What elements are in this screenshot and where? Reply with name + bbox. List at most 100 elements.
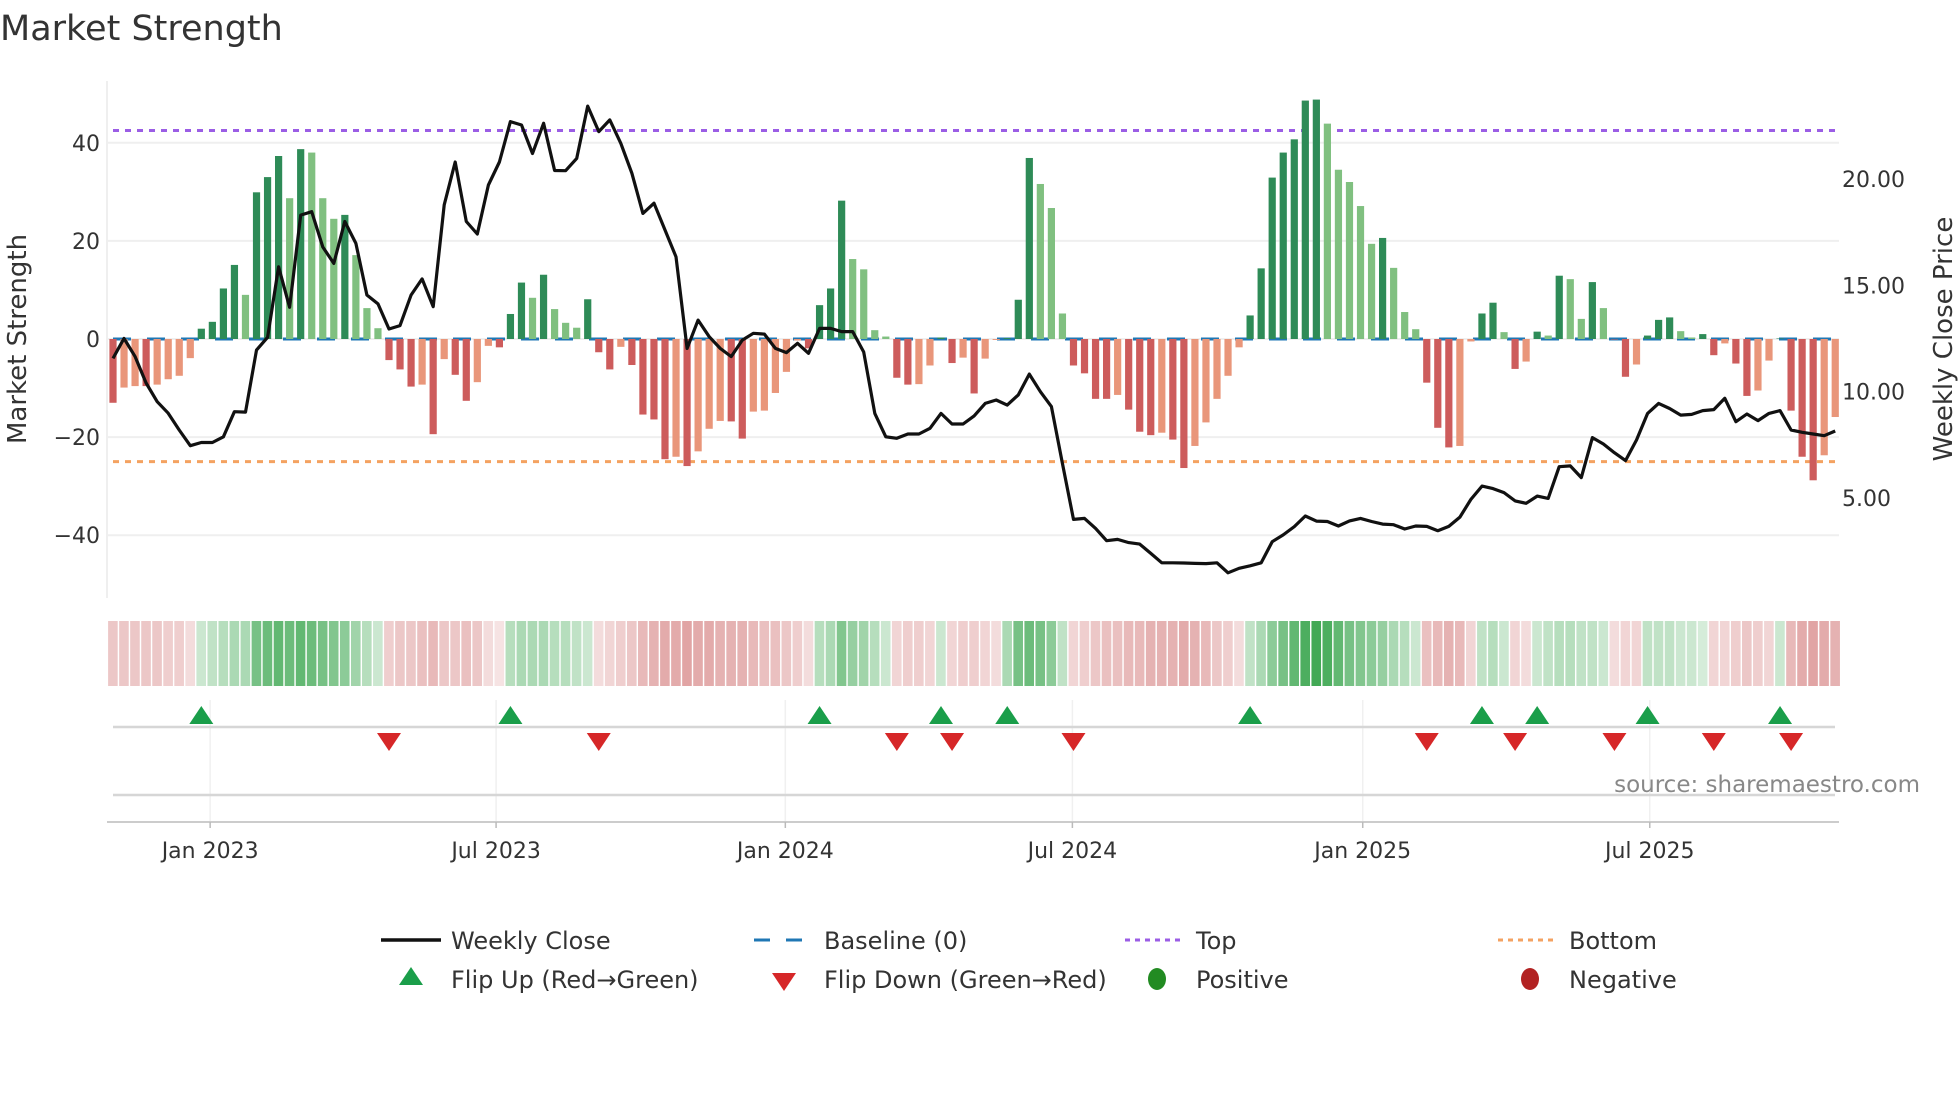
heat-cell	[1322, 621, 1333, 686]
strength-bar	[1412, 329, 1420, 339]
strength-bar	[1533, 331, 1541, 339]
strength-bar	[109, 339, 117, 403]
strength-bar	[584, 299, 592, 339]
strength-bar	[1312, 99, 1320, 340]
strength-bar	[1621, 339, 1630, 377]
strength-bar	[197, 328, 205, 339]
heat-cell	[505, 621, 516, 686]
strength-bar	[1688, 337, 1696, 339]
strength-bar	[1467, 339, 1475, 342]
strength-bar	[1588, 282, 1596, 339]
heat-cell	[902, 621, 913, 686]
heat-cell	[461, 621, 471, 686]
heat-cell	[1454, 621, 1465, 686]
strength-bar	[1610, 339, 1619, 340]
heat-cell	[1134, 621, 1145, 686]
flip-up-marker	[498, 706, 523, 724]
heat-cell	[792, 621, 803, 686]
strength-bar	[1224, 339, 1232, 376]
heat-cell	[825, 621, 836, 686]
strength-bar	[1787, 339, 1795, 411]
y-tick-label: −20	[54, 426, 100, 451]
heat-cell	[1377, 621, 1388, 686]
heat-cell	[251, 621, 262, 686]
strength-bar	[1235, 339, 1243, 348]
y2-tick-label: 5.00	[1842, 487, 1891, 512]
strength-bar	[153, 339, 161, 385]
heat-cell	[1797, 621, 1807, 686]
strength-bar	[1423, 339, 1431, 383]
strength-bar	[1136, 339, 1144, 432]
heat-cell	[671, 621, 681, 686]
x-tick-label: Jan 2023	[160, 839, 259, 864]
heat-cell	[1499, 621, 1509, 686]
strength-bar	[219, 288, 227, 339]
strength-bar	[1511, 339, 1519, 369]
strength-bar	[1754, 339, 1762, 391]
strength-bar	[385, 339, 393, 361]
strength-bar	[970, 339, 978, 394]
heat-cell	[682, 621, 692, 686]
heat-cell	[1775, 621, 1785, 686]
heat-cell	[1024, 621, 1035, 686]
strength-bar	[1732, 339, 1740, 364]
heat-cell	[1112, 621, 1123, 686]
heat-cell	[494, 621, 505, 686]
strength-bar	[661, 339, 669, 460]
flip-down-marker	[586, 733, 611, 751]
heat-cell	[1543, 621, 1553, 686]
heat-cell	[328, 621, 339, 686]
strength-bar	[252, 192, 261, 339]
heat-cell	[814, 621, 825, 686]
strength-bar	[562, 322, 570, 339]
heat-cell	[1719, 621, 1730, 686]
strength-bar	[539, 274, 548, 339]
heat-cell	[284, 621, 295, 686]
strength-bar	[1246, 315, 1254, 339]
strength-bar	[440, 339, 448, 360]
x-axis-ticks: Jan 2023 Jul 2023 Jan 2024 Jul 2024 Jan 2025…	[107, 821, 1839, 864]
strength-bar	[186, 339, 194, 359]
strength-bar	[286, 198, 294, 339]
strength-bar	[1379, 237, 1387, 339]
heat-cell	[240, 621, 251, 686]
heat-cell	[638, 621, 648, 686]
strength-bar	[1268, 177, 1276, 339]
heat-cell	[1421, 621, 1432, 686]
strength-bar	[330, 218, 338, 339]
flip-up-marker	[929, 706, 953, 724]
strength-bar	[462, 339, 470, 401]
heat-cell	[1355, 621, 1366, 686]
x-tick-label: Jan 2024	[735, 839, 834, 864]
strength-bar	[1655, 319, 1663, 339]
strength-bar	[1721, 339, 1729, 344]
flip-markers	[113, 706, 1835, 797]
heat-cell	[1521, 621, 1531, 686]
heat-cell	[483, 621, 494, 686]
heat-cell	[141, 621, 151, 686]
strength-bar	[495, 339, 503, 348]
heat-cell	[1046, 621, 1057, 686]
strength-bar	[1014, 299, 1022, 339]
heat-cell	[803, 621, 814, 686]
heat-cell	[571, 621, 582, 686]
heat-cell	[748, 621, 759, 686]
heat-cell	[1410, 621, 1421, 686]
heat-cell	[1366, 621, 1377, 686]
heat-cell	[649, 621, 659, 686]
heat-cell	[693, 621, 703, 686]
heat-cell	[1653, 621, 1664, 686]
heat-cell	[450, 621, 460, 686]
strength-bar	[1257, 268, 1265, 339]
flip-down-marker	[1061, 733, 1086, 751]
x-tick-label: Jul 2024	[1026, 839, 1118, 864]
strength-bar	[1500, 332, 1508, 339]
heat-cell	[472, 621, 483, 686]
strength-bar	[749, 339, 757, 412]
strength-bar	[241, 294, 250, 339]
heat-cell	[119, 621, 129, 686]
legend-top-label: Top	[1195, 927, 1237, 955]
strength-bar	[1401, 312, 1409, 339]
strength-bar	[705, 339, 713, 429]
regime-heat-strip	[108, 621, 1840, 686]
